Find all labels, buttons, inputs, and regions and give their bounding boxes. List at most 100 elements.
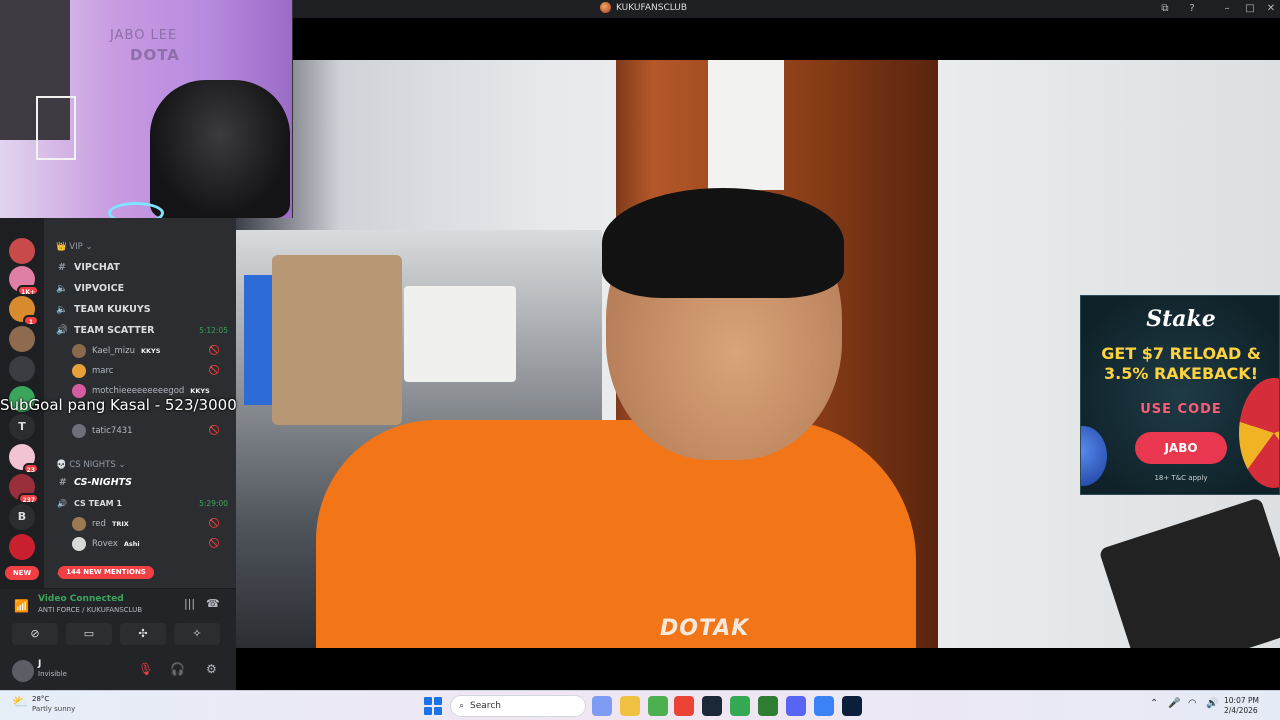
channel-cs-team-1[interactable]: 🔊 CS TEAM 1 5:29:00 (56, 494, 236, 512)
headphones-icon[interactable]: 🎧 (170, 662, 185, 676)
user-tag: Ashi (123, 540, 140, 548)
user-name: tatic7431 (92, 426, 133, 436)
avatar (72, 344, 86, 358)
server-letter-b[interactable]: B (9, 504, 35, 530)
speaker-icon: 🔈 (56, 303, 68, 315)
channel-team-scatter[interactable]: 🔊 TEAM SCATTER 5:12:05 (56, 321, 236, 339)
server-icon[interactable] (9, 534, 35, 560)
video-paper-bag (272, 255, 402, 425)
taskbar-search[interactable]: ⌕ Search (450, 695, 586, 717)
new-mentions-pill[interactable]: 144 NEW MENTIONS (58, 566, 154, 579)
help-icon[interactable]: ? (1185, 2, 1199, 16)
channel-vipchat[interactable]: # VIPCHAT (56, 258, 236, 276)
stake-ad[interactable]: Stake GET $7 RELOAD & 3.5% RAKEBACK! USE… (1080, 295, 1280, 495)
server-icon[interactable]: 1K+ (9, 266, 39, 296)
voice-user[interactable]: tatic7431 🚫 (72, 422, 232, 440)
shirt-logo-text: DOTAK (660, 616, 750, 641)
webcam-thumbnail[interactable]: JABO LEE DOTA (0, 0, 293, 218)
category-cs-nights[interactable]: 💀 CS NIGHTS ⌄ (56, 460, 126, 470)
camera-off-button[interactable]: ⊘ (12, 623, 58, 645)
server-icon[interactable] (9, 238, 35, 264)
server-logo-icon (600, 2, 611, 13)
channel-label: VIPCHAT (74, 261, 120, 273)
user-name: Rovex (92, 539, 118, 549)
server-letter-t[interactable]: T (9, 414, 35, 440)
speaker-icon: 🔈 (56, 282, 68, 294)
activities-button[interactable]: ✣ (120, 623, 166, 645)
chevron-up-icon[interactable]: ⌃ (1150, 698, 1158, 709)
mic-muted-icon[interactable]: 🎙 (138, 662, 153, 676)
server-icon[interactable] (9, 356, 35, 382)
server-badge: 23 (22, 463, 39, 474)
speaker-active-icon: 🔊 (57, 498, 67, 508)
wifi-icon[interactable]: ◠ (1188, 698, 1197, 709)
channel-vipvoice[interactable]: 🔈 VIPVOICE (56, 279, 236, 297)
mute-icon: 🚫 (208, 519, 220, 529)
voice-user[interactable]: marc 🚫 (72, 362, 232, 380)
hash-icon: # (58, 261, 66, 273)
voice-user[interactable]: red TRIX 🚫 (72, 515, 232, 533)
voice-location[interactable]: ANTI FORCE / KUKUFANSCLUB (38, 606, 142, 614)
chrome-alt-icon[interactable] (730, 696, 750, 716)
steam-icon[interactable] (702, 696, 722, 716)
cam-gate (36, 96, 76, 160)
chrome-icon[interactable] (674, 696, 694, 716)
terminal-icon[interactable] (842, 696, 862, 716)
category-label: VIP (69, 242, 83, 252)
server-badge: 237 (18, 493, 39, 504)
server-icon[interactable]: 237 (9, 474, 39, 504)
server-icon[interactable] (9, 326, 35, 352)
cam-ring-light (108, 202, 164, 218)
screen-share-button[interactable]: ▭ (66, 623, 112, 645)
ad-code-button[interactable]: JABO (1135, 432, 1227, 464)
discord-icon[interactable] (786, 696, 806, 716)
category-vip[interactable]: 👑 VIP ⌄ (56, 242, 93, 252)
clock-date[interactable]: 2/4/2026 (1224, 706, 1258, 715)
ad-wheel-graphic (1239, 378, 1279, 488)
avatar[interactable] (12, 660, 34, 682)
voice-user[interactable]: Rovex Ashi 🚫 (72, 535, 232, 553)
mute-icon: 🚫 (208, 346, 220, 356)
mute-icon: 🚫 (208, 366, 220, 376)
minimize-button[interactable]: – (1220, 2, 1234, 16)
voice-status: Video Connected (38, 594, 124, 604)
noise-suppression-icon[interactable]: ||| (184, 597, 195, 610)
disconnect-icon[interactable]: ☎ (206, 597, 220, 610)
file-explorer-icon[interactable] (620, 696, 640, 716)
gear-icon[interactable]: ⚙ (206, 662, 217, 676)
server-icon[interactable]: 1 (9, 296, 39, 326)
subgoal-overlay: SubGoal pang Kasal - 523/3000 (0, 396, 237, 414)
new-unread-pill[interactable]: NEW (5, 566, 39, 580)
user-panel: J Invisible 🎙 🎧 ⚙ (0, 654, 236, 690)
avatar (72, 364, 86, 378)
voice-user[interactable]: Kael_mizu KKYS 🚫 (72, 342, 232, 360)
start-button[interactable] (424, 697, 442, 715)
notepad-icon[interactable] (814, 696, 834, 716)
channel-timer: 5:12:05 (199, 325, 228, 335)
ad-code-label: USE CODE (1140, 402, 1222, 417)
user-name: motchieeeeeeeeegod (92, 386, 185, 396)
popout-icon[interactable]: ⧉ (1158, 2, 1172, 16)
copilot-icon[interactable] (592, 696, 612, 716)
soundboard-button[interactable]: ✧ (174, 623, 220, 645)
search-placeholder: Search (470, 701, 501, 711)
chrome-profile-icon[interactable] (648, 696, 668, 716)
mic-icon[interactable]: 🎤 (1168, 698, 1180, 709)
search-icon: ⌕ (459, 701, 465, 711)
channel-cs-nights[interactable]: # CS-NIGHTS (56, 473, 236, 491)
server-icon[interactable]: 23 (9, 444, 39, 474)
avatar (72, 424, 86, 438)
channel-team-kukuys[interactable]: 🔈 TEAM KUKUYS (56, 300, 236, 318)
avatar (72, 517, 86, 531)
weather-icon[interactable]: ⛅ (12, 695, 28, 710)
mute-icon: 🚫 (208, 426, 220, 436)
close-button[interactable]: ✕ (1264, 2, 1278, 16)
volume-icon[interactable]: 🔊 (1206, 698, 1218, 709)
video-person-hair (602, 188, 844, 298)
maximize-button[interactable]: □ (1243, 2, 1257, 16)
user-name: Kael_mizu (92, 346, 135, 356)
clock-time[interactable]: 10:07 PM (1224, 696, 1259, 705)
ad-headline: GET $7 RELOAD & 3.5% RAKEBACK! (1101, 344, 1261, 383)
app-icon[interactable] (758, 696, 778, 716)
channel-label: CS-NIGHTS (74, 476, 132, 488)
